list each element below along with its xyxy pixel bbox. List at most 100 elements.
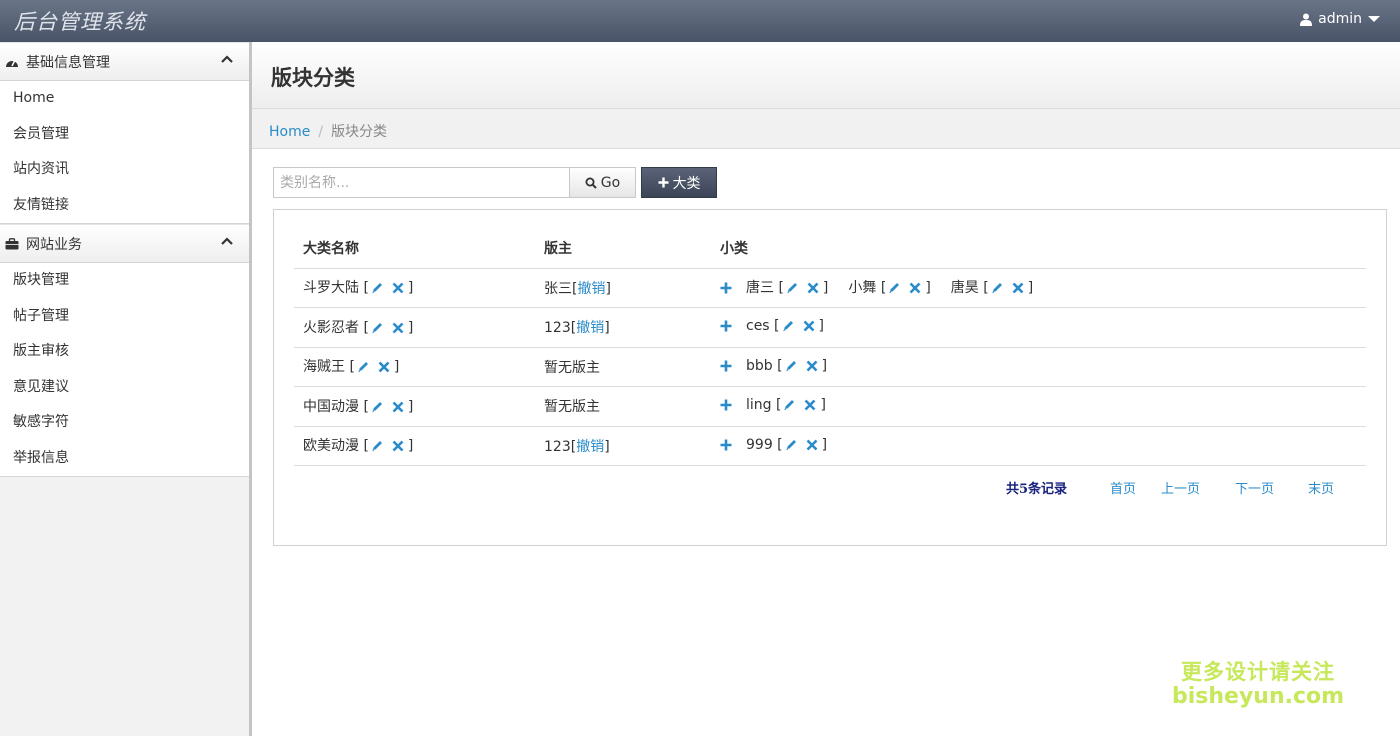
sidebar-item-sensitive-words[interactable]: 敏感字符: [0, 405, 249, 441]
sidebar-item-news[interactable]: 站内资讯: [0, 152, 249, 188]
category-edit-icon[interactable]: [371, 439, 384, 456]
moderator-cell: 暂无版主: [535, 347, 711, 387]
subcategory-name: ces: [746, 318, 770, 335]
sidebar-item-board-manage[interactable]: 版块管理: [0, 263, 249, 299]
table-header-row: 大类名称 版主 小类: [294, 228, 1366, 269]
subcategory-delete-icon[interactable]: [804, 399, 816, 415]
category-edit-icon[interactable]: [357, 360, 370, 377]
sidebar-item-links[interactable]: 友情链接: [0, 187, 249, 223]
sidebar-item-home[interactable]: Home: [0, 81, 249, 117]
pagination-last[interactable]: 末页: [1308, 478, 1334, 497]
subcategory-delete-icon[interactable]: [806, 439, 818, 455]
category-delete-icon[interactable]: [392, 401, 404, 417]
subcategory-edit-icon[interactable]: [785, 438, 798, 455]
category-panel: 大类名称 版主 小类 斗罗大陆 [] 张三[撤销] 唐三 [] 小舞 [] 唐昊 [] 火…: [273, 209, 1387, 546]
category-search-input[interactable]: [273, 167, 570, 198]
moderator-name: 123: [544, 438, 571, 455]
chevron-up-icon: [221, 237, 233, 245]
sidebar-item-members[interactable]: 会员管理: [0, 116, 249, 152]
revoke-moderator-link[interactable]: 撤销: [577, 281, 605, 297]
subcategory-edit-icon[interactable]: [991, 281, 1004, 298]
page-header: 版块分类: [252, 42, 1400, 109]
subcategory-name: ling: [746, 397, 772, 414]
sidebar-group-business: 版块管理 帖子管理 版主审核 意见建议 敏感字符 举报信息: [0, 263, 249, 477]
main-content: 版块分类 Home/版块分类 Go 大类 大类名称 版主 小类 斗罗大陆 []张…: [252, 42, 1400, 736]
subcategory-item: 唐三 []: [746, 280, 829, 298]
moderator-name: 暂无版主: [544, 399, 600, 416]
subcategory-item: 唐昊 []: [950, 280, 1034, 298]
category-delete-icon[interactable]: [378, 361, 390, 377]
breadcrumb-home-link[interactable]: Home: [269, 124, 310, 140]
category-edit-icon[interactable]: [371, 400, 384, 417]
sidebar-section-basic[interactable]: 基础信息管理: [0, 42, 249, 81]
category-edit-icon[interactable]: [371, 281, 384, 298]
subcategory-delete-icon[interactable]: [1012, 282, 1024, 298]
subcategory-delete-icon[interactable]: [806, 360, 818, 376]
subcategory-delete-icon[interactable]: [803, 320, 815, 336]
caret-down-icon: [1368, 16, 1380, 22]
sidebar-item-post-manage[interactable]: 帖子管理: [0, 298, 249, 334]
subcategory-edit-icon[interactable]: [785, 359, 798, 376]
add-subcategory-icon[interactable]: [720, 360, 732, 376]
moderator-name: 123: [544, 320, 571, 337]
page-title: 版块分类: [271, 66, 355, 90]
subcategory-edit-icon[interactable]: [888, 281, 901, 298]
subcategory-cell: ces []: [711, 307, 1366, 348]
plus-icon: [658, 177, 668, 188]
user-menu[interactable]: admin: [1300, 11, 1380, 27]
pagination-prev[interactable]: 上一页: [1161, 478, 1200, 497]
table-body: 斗罗大陆 [] 张三[撤销] 唐三 [] 小舞 [] 唐昊 [] 火影忍者 [] 123[撤…: [294, 268, 1366, 466]
briefcase-icon: [4, 236, 20, 252]
table-row: 火影忍者 [] 123[撤销] ces []: [294, 307, 1366, 348]
subcategory-edit-icon[interactable]: [782, 319, 795, 336]
category-name: 海贼王: [303, 359, 345, 376]
add-subcategory-icon[interactable]: [720, 399, 732, 415]
sidebar-section-label: 网站业务: [26, 236, 82, 253]
subcategory-delete-icon[interactable]: [807, 282, 819, 298]
category-cell: 欧美动漫 []: [294, 426, 535, 466]
watermark: 更多设计请关注 bisheyun.com: [1172, 656, 1344, 709]
add-category-button[interactable]: 大类: [641, 167, 717, 198]
moderator-cell: 123[撤销]: [535, 307, 711, 348]
category-delete-icon[interactable]: [392, 282, 404, 298]
breadcrumb: Home / 版块分类: [252, 109, 1400, 149]
sidebar-item-feedback[interactable]: 意见建议: [0, 369, 249, 405]
pagination-total: 共5条记录: [1006, 482, 1068, 497]
sidebar-section-business[interactable]: 网站业务: [0, 224, 249, 263]
subcategory-cell: bbb []: [711, 347, 1366, 387]
add-subcategory-icon[interactable]: [720, 439, 732, 455]
category-edit-icon[interactable]: [371, 321, 384, 338]
go-button-label: Go: [600, 174, 621, 191]
chevron-up-icon: [221, 55, 233, 63]
revoke-moderator-link[interactable]: 撤销: [576, 320, 604, 336]
moderator-cell: 暂无版主: [535, 386, 711, 427]
subcategory-item: 小舞 []: [848, 280, 931, 298]
go-button[interactable]: Go: [570, 167, 636, 198]
moderator-name: 暂无版主: [544, 359, 600, 376]
revoke-moderator-link[interactable]: 撤销: [576, 439, 604, 455]
sidebar-item-reports[interactable]: 举报信息: [0, 440, 249, 476]
add-subcategory-icon[interactable]: [720, 320, 732, 336]
subcategory-name: 唐昊: [950, 280, 979, 297]
watermark-line2: bisheyun.com: [1172, 684, 1345, 709]
add-subcategory-icon[interactable]: [720, 282, 732, 298]
search-icon: [585, 177, 597, 189]
moderator-cell: 张三[撤销]: [535, 268, 711, 308]
table-row: 中国动漫 [] 暂无版主 ling []: [294, 386, 1366, 427]
pagination-first[interactable]: 首页: [1110, 478, 1136, 497]
moderator-cell: 123[撤销]: [535, 426, 711, 466]
category-delete-icon[interactable]: [392, 440, 404, 456]
subcategory-delete-icon[interactable]: [909, 282, 921, 298]
table-row: 欧美动漫 [] 123[撤销] 999 []: [294, 426, 1366, 466]
category-name: 斗罗大陆: [303, 280, 359, 297]
pagination-next[interactable]: 下一页: [1235, 478, 1274, 497]
subcategory-name: 唐三: [746, 280, 774, 297]
sidebar-item-moderator-review[interactable]: 版主审核: [0, 334, 249, 370]
moderator-name: 张三: [544, 280, 572, 297]
breadcrumb-current: 版块分类: [331, 124, 388, 140]
category-delete-icon[interactable]: [392, 322, 404, 338]
subcategory-name: 小舞: [848, 280, 877, 297]
subcategory-edit-icon[interactable]: [783, 398, 796, 415]
subcategory-name: bbb: [746, 357, 773, 374]
subcategory-edit-icon[interactable]: [786, 281, 799, 298]
